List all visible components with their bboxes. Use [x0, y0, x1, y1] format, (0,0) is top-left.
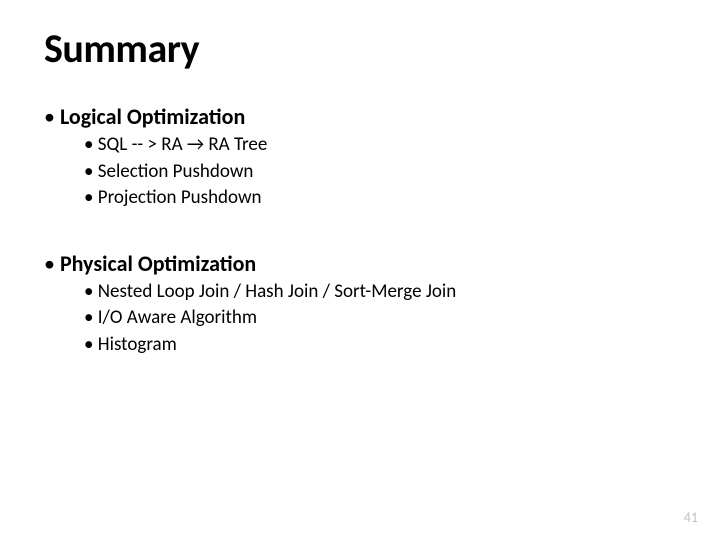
list-item: I/O Aware Algorithm	[84, 305, 676, 332]
section-heading: Logical Optimization	[44, 103, 676, 130]
page-number: 41	[684, 509, 698, 526]
list-item: SQL -- > RA → RA Tree	[84, 132, 676, 159]
list-item: Selection Pushdown	[84, 159, 676, 186]
list-item: Histogram	[84, 332, 676, 359]
section-physical: Physical Optimization Nested Loop Join /…	[44, 250, 676, 359]
section-logical: Logical Optimization SQL -- > RA → RA Tr…	[44, 103, 676, 212]
slide-content: Summary Logical Optimization SQL -- > RA…	[0, 0, 720, 359]
list-item: Nested Loop Join / Hash Join / Sort-Merg…	[84, 279, 676, 306]
subitem-list: Nested Loop Join / Hash Join / Sort-Merg…	[44, 279, 676, 359]
slide-title: Summary	[44, 24, 676, 73]
subitem-list: SQL -- > RA → RA Tree Selection Pushdown…	[44, 132, 676, 212]
section-heading: Physical Optimization	[44, 250, 676, 277]
list-item: Projection Pushdown	[84, 185, 676, 212]
